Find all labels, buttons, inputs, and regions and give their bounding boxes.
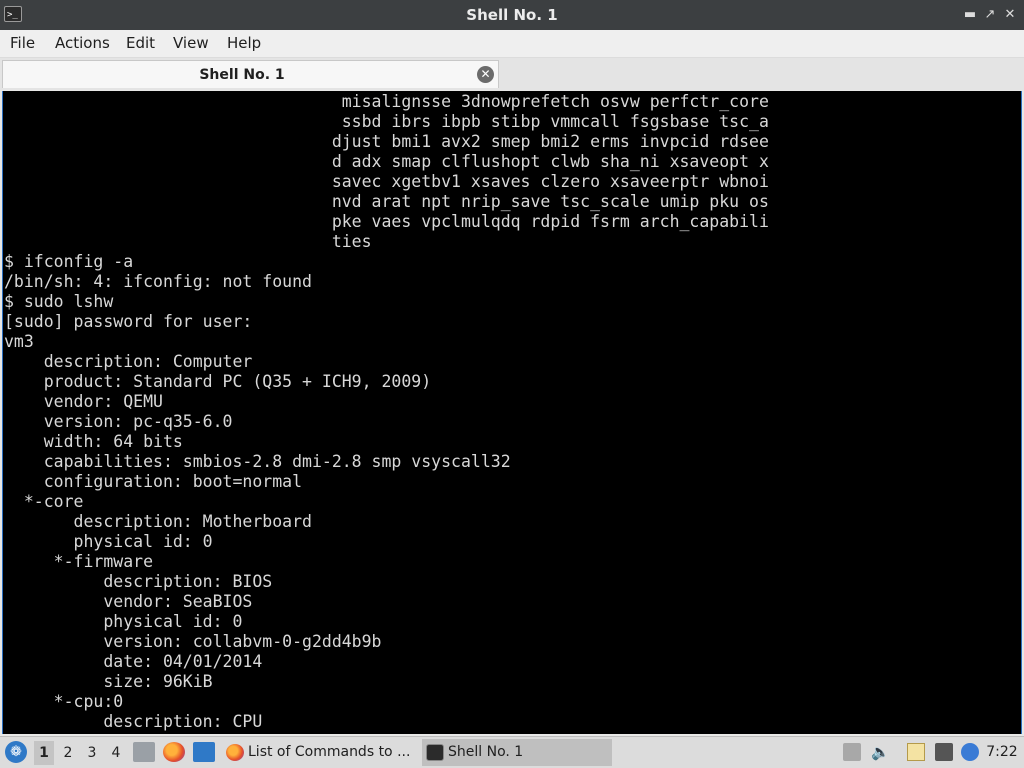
terminal-line: configuration: boot=normal [4,472,303,491]
terminal-line: $ ifconfig -a [4,252,134,271]
terminal-line: capabilities: smbios-2.8 dmi-2.8 smp vsy… [4,452,511,471]
terminal-line: width: 64 bits [4,432,183,451]
terminal-line: description: Computer [4,352,253,371]
terminal-line: d adx smap clflushopt clwb sha_ni xsaveo… [4,152,769,171]
minimize-icon[interactable]: ▬ [962,6,978,24]
menu-bar: File Actions Edit View Help [0,30,1024,58]
terminal-line: [sudo] password for user: [4,312,253,331]
terminal-line: size: 96KiB [4,672,213,691]
close-circle-icon[interactable]: ✕ [477,66,494,83]
terminal-line: *-core [4,492,84,511]
terminal-line: version: collabvm-0-g2dd4b9b [4,632,382,651]
terminal-line: pke vaes vpclmulqdq rdpid fsrm arch_capa… [4,212,769,231]
file-manager-icon[interactable] [133,742,155,762]
task-label: List of Commands to ... [248,744,411,760]
terminal-line: version: pc-q35-6.0 [4,412,233,431]
tab-shell-1[interactable]: Shell No. 1 ✕ [2,60,499,88]
terminal-line: date: 04/01/2014 [4,652,263,671]
task-browser[interactable]: List of Commands to ... [222,739,412,766]
terminal-line: vm3 [4,332,34,351]
menu-edit[interactable]: Edit [126,30,155,57]
clipboard-icon[interactable] [907,743,925,761]
menu-file[interactable]: File [10,30,35,57]
update-notifier-icon[interactable] [961,743,979,761]
terminal-line: product: Standard PC (Q35 + ICH9, 2009) [4,372,432,391]
terminal-line: ssbd ibrs ibpb stibp vmmcall fsgsbase ts… [4,112,769,131]
window-title: Shell No. 1 [466,6,558,24]
terminal-icon [426,744,444,761]
firefox-icon[interactable] [163,742,185,762]
terminal-line: *-firmware [4,552,154,571]
terminal-line: description: BIOS [4,572,273,591]
terminal-line: description: CPU [4,712,263,731]
tab-label: Shell No. 1 [199,67,285,83]
menu-view[interactable]: View [173,30,209,57]
workspace-4[interactable]: 4 [106,741,126,765]
menu-actions[interactable]: Actions [55,30,110,57]
task-label: Shell No. 1 [448,744,524,760]
task-shell[interactable]: Shell No. 1 [422,739,612,766]
terminal-line: ties [4,232,372,251]
terminal-line: $ sudo lshw [4,292,114,311]
network-icon[interactable] [935,743,953,761]
start-menu-icon[interactable]: ❁ [5,741,27,763]
workspace-1[interactable]: 1 [34,741,54,765]
workspace-3[interactable]: 3 [82,741,102,765]
workspace-2[interactable]: 2 [58,741,78,765]
terminal-line: djust bmi1 avx2 smep bmi2 erms invpcid r… [4,132,769,151]
terminal-line: vendor: SeaBIOS [4,592,253,611]
firefox-icon [226,744,244,761]
menu-help[interactable]: Help [227,30,261,57]
terminal-line: *-cpu:0 [4,692,124,711]
terminal-line: physical id: 0 [4,532,213,551]
terminal-line: nvd arat npt nrip_save tsc_scale umip pk… [4,192,769,211]
notification-icon[interactable] [843,743,861,761]
volume-icon[interactable]: 🔈 [871,743,890,761]
taskbar: ❁ 1 2 3 4 List of Commands to ... Shell … [0,736,1024,768]
close-icon[interactable]: ✕ [1002,6,1018,24]
terminal-line: /bin/sh: 4: ifconfig: not found [4,272,312,291]
terminal-line: savec xgetbv1 xsaves clzero xsaveerptr w… [4,172,769,191]
terminal-line: misalignsse 3dnowprefetch osvw perfctr_c… [4,92,769,111]
terminal-line: physical id: 0 [4,612,243,631]
clock[interactable]: 7:22 [982,737,1022,768]
terminal-output[interactable]: misalignsse 3dnowprefetch osvw perfctr_c… [2,91,1022,734]
maximize-icon[interactable]: ↗ [982,6,998,24]
tab-strip: Shell No. 1 ✕ [0,58,1024,90]
show-desktop-icon[interactable] [193,742,215,762]
title-bar[interactable]: >_ Shell No. 1 ▬ ↗ ✕ [0,0,1024,30]
terminal-line: description: Motherboard [4,512,312,531]
terminal-line: vendor: QEMU [4,392,163,411]
